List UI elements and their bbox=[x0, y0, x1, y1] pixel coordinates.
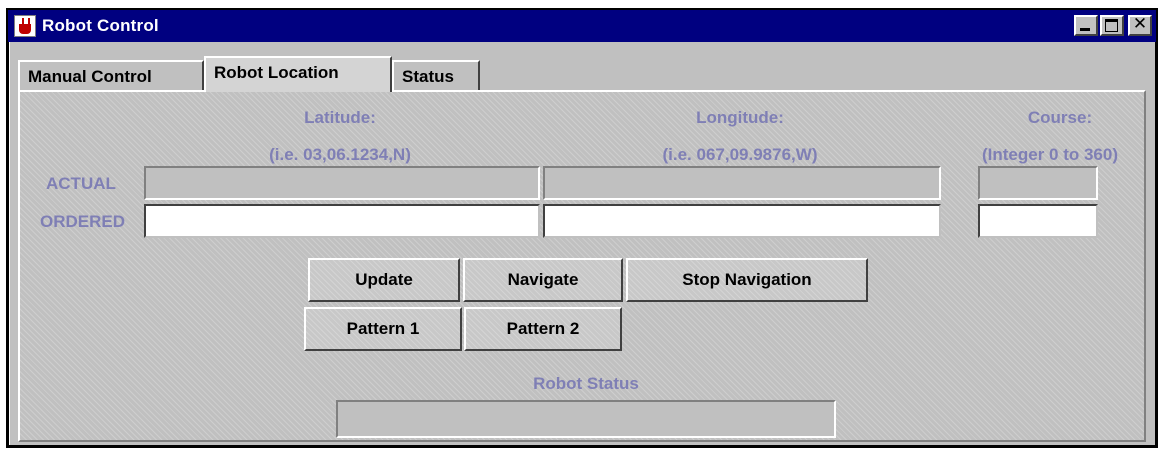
actual-longitude-field bbox=[543, 166, 941, 200]
ordered-longitude-input[interactable] bbox=[543, 204, 941, 238]
title-bar[interactable]: Robot Control ✕ bbox=[8, 10, 1156, 42]
longitude-hint: (i.e. 067,09.9876,W) bbox=[662, 145, 818, 164]
robot-status-field bbox=[336, 400, 836, 438]
close-button[interactable]: ✕ bbox=[1128, 14, 1152, 36]
course-label: Course: bbox=[1027, 108, 1093, 127]
longitude-label: Longitude: bbox=[696, 108, 784, 127]
stop-navigation-button[interactable]: Stop Navigation bbox=[626, 258, 868, 302]
tab-robot-location[interactable]: Robot Location bbox=[204, 56, 392, 92]
ordered-row-label: ORDERED bbox=[40, 212, 126, 231]
tab-status[interactable]: Status bbox=[392, 60, 480, 90]
actual-course-field bbox=[978, 166, 1098, 200]
ordered-latitude-input[interactable] bbox=[144, 204, 540, 238]
window-title: Robot Control bbox=[42, 16, 159, 35]
course-hint: (Integer 0 to 360) bbox=[981, 145, 1119, 164]
close-icon: ✕ bbox=[1132, 14, 1148, 34]
pattern-1-button[interactable]: Pattern 1 bbox=[304, 307, 462, 351]
update-button[interactable]: Update bbox=[308, 258, 460, 302]
actual-row-label: ACTUAL bbox=[46, 174, 116, 193]
java-app-icon[interactable] bbox=[14, 15, 36, 37]
maximize-button[interactable] bbox=[1100, 15, 1124, 36]
minimize-button[interactable] bbox=[1074, 15, 1098, 36]
navigate-button[interactable]: Navigate bbox=[463, 258, 623, 302]
latitude-hint: (i.e. 03,06.1234,N) bbox=[269, 145, 411, 164]
tab-manual-control[interactable]: Manual Control bbox=[18, 60, 204, 90]
ordered-course-input[interactable] bbox=[978, 204, 1098, 238]
robot-status-label: Robot Status bbox=[533, 374, 639, 393]
latitude-label: Latitude: bbox=[304, 108, 376, 127]
pattern-2-button[interactable]: Pattern 2 bbox=[464, 307, 622, 351]
actual-latitude-field bbox=[144, 166, 540, 200]
